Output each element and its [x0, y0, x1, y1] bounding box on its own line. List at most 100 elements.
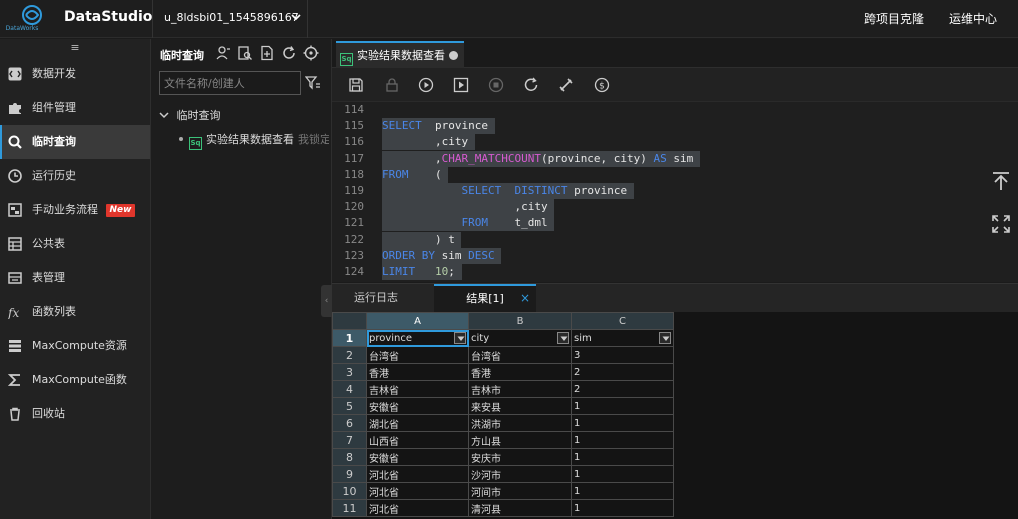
table-cell[interactable]: 湖北省 — [366, 414, 469, 432]
table-cell[interactable]: 洪湖市 — [468, 414, 572, 432]
table-row: 11 河北省 清河县 1 — [332, 499, 674, 517]
table-cell[interactable]: 1 — [571, 431, 674, 449]
locate-icon[interactable] — [303, 45, 319, 61]
code-line: 122 ) t — [332, 231, 1018, 248]
row-number[interactable]: 5 — [332, 397, 367, 415]
tree-folder-label: 临时查询 — [176, 109, 221, 122]
format-tools-icon[interactable] — [558, 77, 574, 93]
row-number[interactable]: 8 — [332, 448, 367, 466]
nav-item-public-tables[interactable]: 公共表 — [0, 227, 150, 261]
table-cell[interactable]: 香港 — [468, 363, 572, 381]
column-filter-dropdown[interactable] — [659, 332, 671, 344]
unsaved-dot-icon[interactable] — [449, 51, 458, 60]
nav-item-function-list[interactable]: fx 函数列表 — [0, 295, 150, 329]
table-cell[interactable]: 吉林省 — [366, 380, 469, 398]
tree-folder-temp-query[interactable]: 临时查询 — [159, 107, 221, 123]
column-header-city[interactable]: city — [468, 329, 572, 347]
row-number[interactable]: 7 — [332, 431, 367, 449]
table-cell[interactable]: 来安县 — [468, 397, 572, 415]
file-search-icon[interactable] — [237, 45, 253, 61]
nav-item-table-manage[interactable]: 表管理 — [0, 261, 150, 295]
nav-item-label: 回收站 — [32, 407, 65, 420]
filter-icon[interactable] — [305, 75, 321, 91]
nav-item-recycle-bin[interactable]: 回收站 — [0, 397, 150, 431]
row-number[interactable]: 10 — [332, 482, 367, 500]
nav-item-label: 临时查询 — [32, 135, 76, 148]
column-header-province[interactable]: province — [366, 329, 469, 347]
table-cell[interactable]: 2 — [571, 380, 674, 398]
table-cell[interactable]: 1 — [571, 482, 674, 500]
table-cell[interactable]: 吉林市 — [468, 380, 572, 398]
project-selector[interactable]: u_8ldsbi01_1545896167 — [152, 0, 308, 38]
row-number[interactable]: 6 — [332, 414, 367, 432]
column-letter[interactable]: B — [468, 312, 572, 330]
tab-run-log[interactable]: 运行日志 — [332, 284, 420, 313]
ops-center-link[interactable]: 运维中心 — [949, 10, 997, 27]
table-cell[interactable]: 台湾省 — [366, 346, 469, 364]
scroll-to-top-icon[interactable] — [990, 170, 1012, 192]
sql-code-editor[interactable]: 114 115 SELECT province 116 ,city 117 ,CH… — [332, 102, 1018, 282]
reload-icon[interactable] — [523, 77, 539, 93]
column-header-sim[interactable]: sim — [571, 329, 674, 347]
row-number[interactable]: 2 — [332, 346, 367, 364]
table-cell[interactable]: 河北省 — [366, 499, 469, 517]
nav-item-run-history[interactable]: 运行历史 — [0, 159, 150, 193]
column-letter-row: A B C — [332, 312, 674, 330]
editor-tab[interactable]: Sq 实验结果数据查看 — [336, 41, 464, 68]
table-cell[interactable]: 方山县 — [468, 431, 572, 449]
nav-item-label: 表管理 — [32, 271, 65, 284]
table-cell[interactable]: 沙河市 — [468, 465, 572, 483]
nav-item-temp-query[interactable]: 临时查询 — [0, 125, 150, 159]
row-number[interactable]: 4 — [332, 380, 367, 398]
nav-item-data-dev[interactable]: 数据开发 — [0, 57, 150, 91]
run-icon[interactable] — [418, 77, 434, 93]
nav-item-components[interactable]: 组件管理 — [0, 91, 150, 125]
nav-item-maxcompute-function[interactable]: MaxCompute函数 — [0, 363, 150, 397]
user-icon[interactable] — [215, 45, 231, 61]
row-number[interactable]: 11 — [332, 499, 367, 517]
stop-icon[interactable] — [488, 77, 504, 93]
table-cell[interactable]: 1 — [571, 448, 674, 466]
column-letter[interactable]: A — [366, 312, 469, 330]
column-filter-dropdown[interactable] — [557, 332, 569, 344]
column-filter-dropdown[interactable] — [454, 332, 466, 344]
close-icon[interactable]: × — [520, 286, 530, 311]
nav-toggle[interactable]: ≡ — [0, 39, 150, 57]
table-cell[interactable]: 台湾省 — [468, 346, 572, 364]
refresh-icon[interactable] — [281, 45, 297, 61]
table-cell[interactable]: 1 — [571, 397, 674, 415]
nav-item-manual-workflow[interactable]: 手动业务流程 New — [0, 193, 150, 227]
table-cell[interactable]: 清河县 — [468, 499, 572, 517]
table-cell[interactable]: 河北省 — [366, 465, 469, 483]
new-file-icon[interactable] — [259, 45, 275, 61]
table-cell[interactable]: 河间市 — [468, 482, 572, 500]
table-cell[interactable]: 1 — [571, 499, 674, 517]
column-letter[interactable]: C — [571, 312, 674, 330]
app-name[interactable]: DataStudio — [64, 9, 152, 25]
tab-result-1[interactable]: 结果[1] × — [434, 284, 536, 313]
cost-estimate-icon[interactable]: $ — [594, 77, 610, 93]
file-search-input[interactable] — [159, 71, 301, 95]
table-cell[interactable]: 2 — [571, 363, 674, 381]
save-icon[interactable] — [348, 77, 364, 93]
table-cell[interactable]: 1 — [571, 465, 674, 483]
cross-project-clone-link[interactable]: 跨项目克隆 — [864, 10, 924, 27]
table-cell[interactable]: 安庆市 — [468, 448, 572, 466]
table-cell[interactable]: 香港 — [366, 363, 469, 381]
nav-item-maxcompute-resource[interactable]: MaxCompute资源 — [0, 329, 150, 363]
lock-icon[interactable] — [384, 77, 400, 93]
table-cell[interactable]: 安徽省 — [366, 448, 469, 466]
row-number[interactable]: 9 — [332, 465, 367, 483]
table-cell[interactable]: 安徽省 — [366, 397, 469, 415]
row-number[interactable]: 3 — [332, 363, 367, 381]
table-cell[interactable]: 河北省 — [366, 482, 469, 500]
grid-corner[interactable] — [332, 312, 367, 330]
row-number[interactable]: 1 — [332, 329, 367, 347]
fullscreen-icon[interactable] — [990, 213, 1012, 235]
run-with-params-icon[interactable] — [453, 77, 469, 93]
table-cell[interactable]: 山西省 — [366, 431, 469, 449]
tree-file-item[interactable]: Sq 实验结果数据查看 我锁定 — [179, 131, 329, 150]
table-cell[interactable]: 1 — [571, 414, 674, 432]
table-cell[interactable]: 3 — [571, 346, 674, 364]
panel-collapse-handle[interactable]: ‹ — [321, 285, 332, 317]
